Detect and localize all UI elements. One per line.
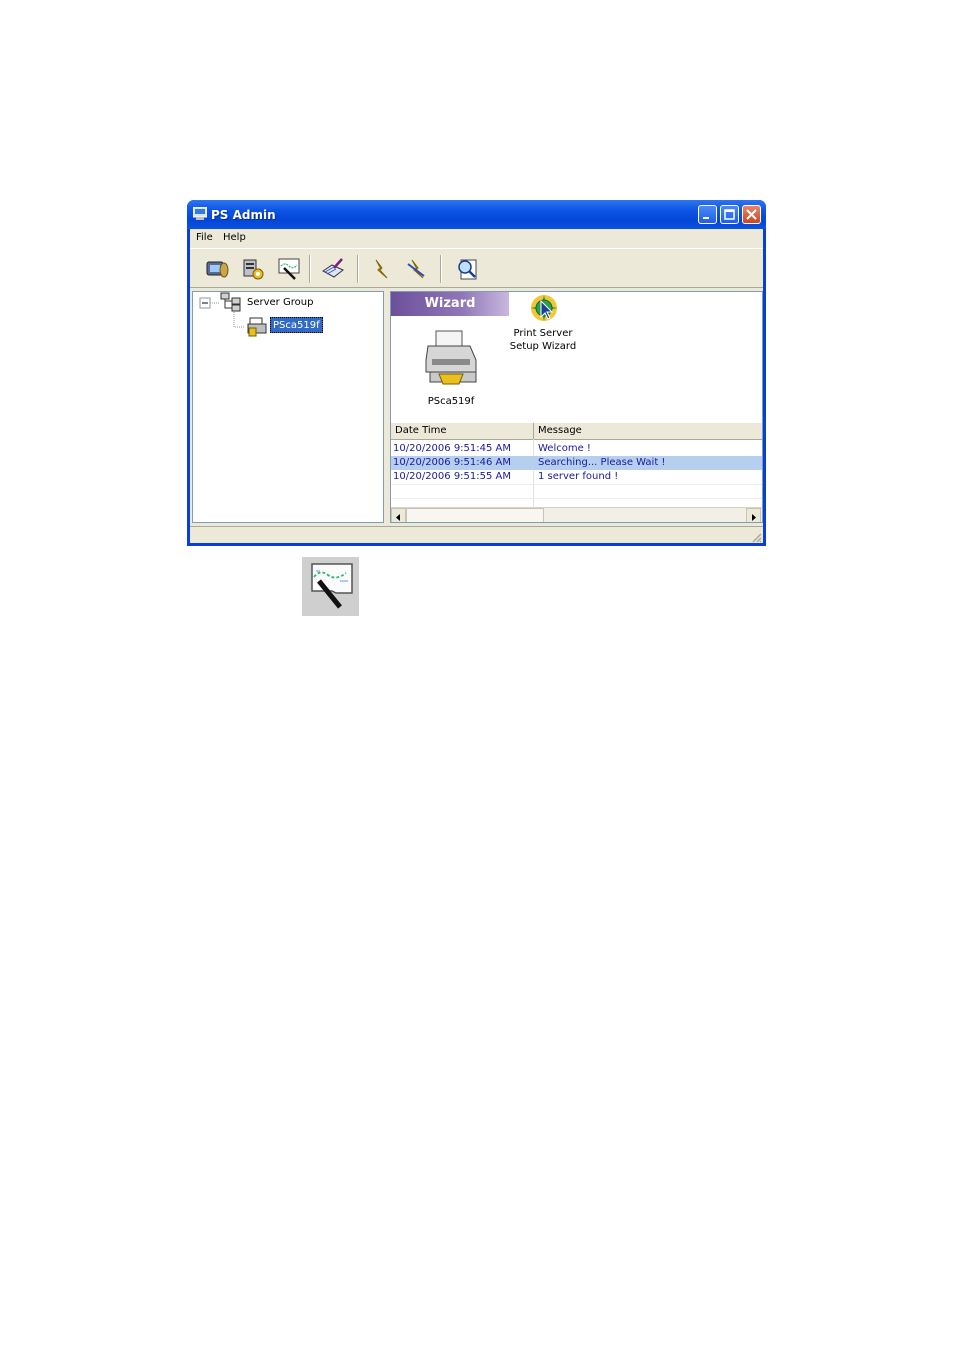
close-button[interactable]	[742, 205, 761, 224]
search-server-icon[interactable]	[204, 256, 230, 282]
find-icon[interactable]	[454, 256, 480, 282]
row-gridline	[391, 484, 762, 485]
horizontal-scrollbar[interactable]	[391, 507, 762, 522]
menu-bar: File Help	[190, 229, 763, 247]
menu-file[interactable]: File	[196, 232, 213, 243]
log-row[interactable]: 10/20/2006 9:51:46 AM Searching... Pleas…	[391, 456, 762, 470]
wizard-icon[interactable]	[276, 256, 302, 282]
printer-label[interactable]: PSca519f	[411, 396, 491, 407]
wizard-icon	[302, 557, 359, 616]
maximize-button[interactable]	[720, 205, 739, 224]
col-divider[interactable]	[533, 423, 534, 439]
scroll-left-button[interactable]	[391, 508, 406, 522]
arrow-right-icon	[752, 514, 756, 521]
connect-icon[interactable]	[368, 256, 394, 282]
setup-wizard-label-line1[interactable]: Print Server	[503, 328, 583, 339]
log-row[interactable]: 10/20/2006 9:51:45 AM Welcome !	[391, 442, 762, 456]
app-icon	[193, 207, 207, 220]
server-settings-icon[interactable]	[240, 256, 266, 282]
toolbar-separator	[357, 255, 359, 283]
toolbar-separator	[309, 255, 311, 283]
col-date-time[interactable]: Date Time	[395, 425, 447, 436]
ps-admin-window: PS Admin File Help Server Group PSca519f…	[187, 200, 766, 546]
server-tree: Server Group PSca519f	[192, 291, 384, 523]
col-message[interactable]: Message	[538, 425, 582, 436]
toolbar	[190, 248, 763, 288]
log-time: 10/20/2006 9:51:55 AM	[393, 471, 512, 482]
setup-wizard-icon[interactable]	[529, 293, 561, 323]
client-area: File Help Server Group PSca519f Wizard P…	[190, 229, 763, 543]
resize-grip-icon[interactable]	[750, 531, 762, 543]
menu-help[interactable]: Help	[223, 232, 246, 243]
configure-icon[interactable]	[320, 256, 346, 282]
printer-icon[interactable]	[422, 328, 480, 386]
toolbar-separator	[440, 255, 442, 283]
collapse-icon[interactable]	[198, 296, 210, 308]
arrow-left-icon	[396, 514, 400, 521]
tree-item-server-group[interactable]: Server Group	[247, 297, 313, 308]
print-server-icon	[247, 317, 267, 337]
log-time: 10/20/2006 9:51:46 AM	[393, 457, 512, 468]
log-time: 10/20/2006 9:51:45 AM	[393, 443, 512, 454]
log-message: Searching... Please Wait !	[538, 457, 666, 468]
minimize-button[interactable]	[698, 205, 717, 224]
log-header: Date Time Message	[391, 423, 762, 440]
log-message: 1 server found !	[538, 471, 619, 482]
wizard-header-label: Wizard	[424, 296, 476, 311]
server-group-icon	[220, 292, 241, 312]
tree-item-psca519f[interactable]: PSca519f	[270, 317, 323, 333]
setup-wizard-label-line2[interactable]: Setup Wizard	[503, 341, 583, 352]
status-bar	[190, 526, 763, 544]
scroll-thumb[interactable]	[406, 508, 544, 522]
wizard-button-closeup	[302, 557, 359, 616]
scroll-right-button[interactable]	[746, 508, 761, 522]
maximize-icon	[724, 209, 735, 220]
minimize-icon	[703, 217, 709, 219]
window-title: PS Admin	[211, 208, 276, 222]
disconnect-icon[interactable]	[404, 256, 430, 282]
close-icon	[746, 209, 757, 220]
log-row[interactable]: 10/20/2006 9:51:55 AM 1 server found !	[391, 470, 762, 484]
log-message: Welcome !	[538, 443, 591, 454]
wizard-header: Wizard	[391, 292, 509, 316]
right-pane: Wizard Print Server Setup Wizard PSca519…	[390, 291, 763, 523]
row-gridline	[391, 498, 762, 499]
title-bar[interactable]: PS Admin	[187, 200, 766, 229]
